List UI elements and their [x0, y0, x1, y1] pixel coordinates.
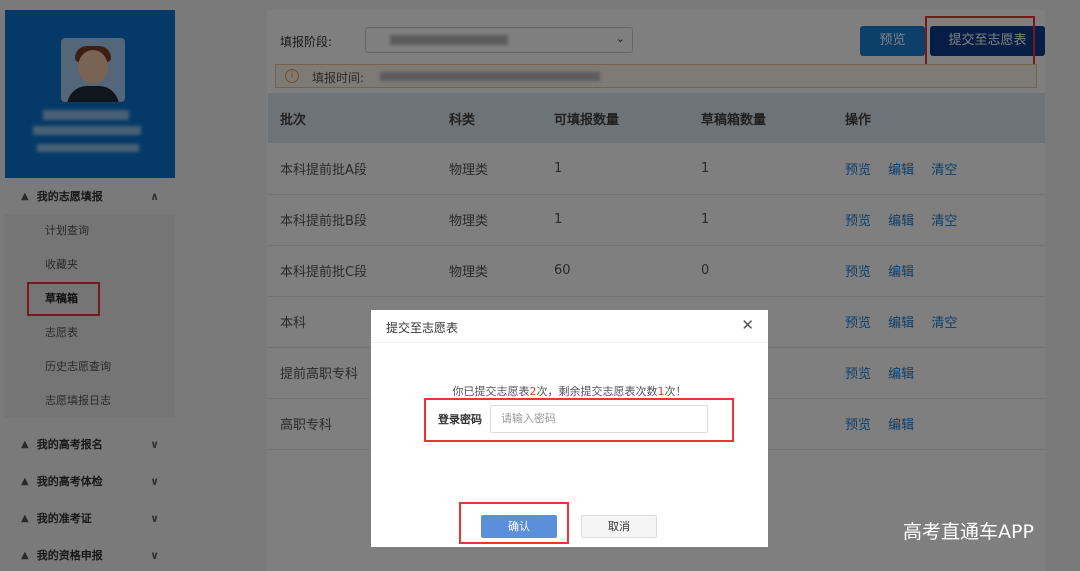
close-icon[interactable]: ✕	[741, 316, 754, 334]
highlight-password	[424, 398, 734, 442]
submitted-count: 2	[529, 385, 537, 398]
highlight-confirm	[459, 502, 569, 544]
remaining-count: 1	[657, 385, 665, 398]
cancel-button[interactable]: 取消	[581, 515, 657, 538]
dialog-title: 提交至志愿表	[386, 321, 459, 335]
watermark: 高考直通车APP	[903, 521, 1034, 543]
dialog-message: 你已提交志愿表2次，剩余提交志愿表次数1次！	[452, 385, 687, 398]
dialog-header: 提交至志愿表 ✕	[371, 310, 768, 343]
